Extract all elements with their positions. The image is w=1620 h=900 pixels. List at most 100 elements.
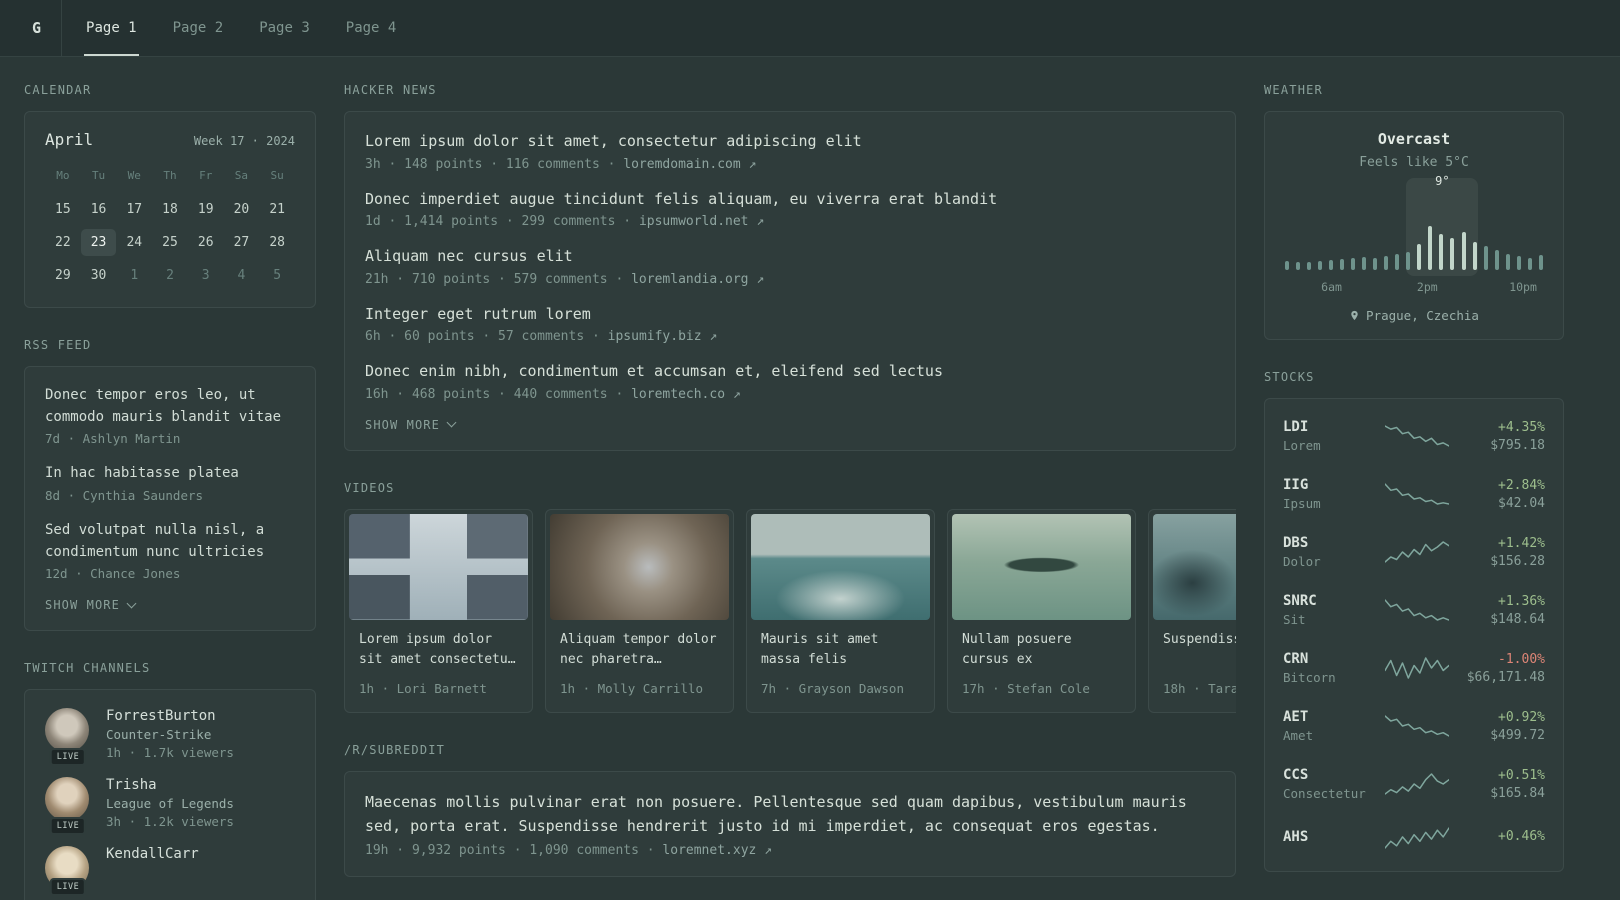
weather-card: Overcast Feels like 5°C 9° 6am 2pm 10pm … [1264,111,1564,340]
hn-show-more-button[interactable]: SHOW MORE [365,417,457,432]
twitch-section-title: TWITCH CHANNELS [24,661,151,676]
tab-page-3[interactable]: Page 3 [241,0,328,56]
videos-row: Lorem ipsum dolor sit amet consectetu… 1… [344,508,1236,713]
hn-item-link[interactable]: Donec imperdiet augue tincidunt felis al… [365,188,1215,211]
hn-item-link[interactable]: Aliquam nec cursus elit [365,245,1215,268]
hn-domain-link[interactable]: loremtech.co ↗ [631,387,741,402]
twitch-channel[interactable]: LIVE ForrestBurton Counter-Strike 1h · 1… [45,708,295,767]
stock-change: +2.84% [1498,477,1545,493]
video-card: Lorem ipsum dolor sit amet consectetu… 1… [344,508,533,713]
stock-name: Bitcorn [1283,670,1336,685]
rss-item-link[interactable]: Donec tempor eros leo, ut commodo mauris… [45,385,295,428]
external-link-icon: ↗ [748,156,757,172]
stock-price: $148.64 [1490,611,1545,627]
rss-card: Donec tempor eros leo, ut commodo mauris… [24,366,316,632]
stock-symbol-link[interactable]: IIG [1283,477,1373,493]
twitch-channel[interactable]: LIVE Trisha League of Legends 3h · 1.2k … [45,777,295,836]
video-title-link[interactable]: Mauris sit amet massa felis [761,630,920,671]
calendar-date: 15 [55,202,71,217]
calendar-card: April Week 17 · 2024 Mo Tu We Th Fr Sa S… [24,111,316,308]
stock-row[interactable]: SNRC Sit +1.36% $148.64 [1283,581,1545,639]
calendar-date: 16 [90,202,107,217]
hn-item-meta: 1d · 1,414 points · 299 comments · [365,214,639,229]
hn-item: Lorem ipsum dolor sit amet, consectetur … [365,130,1215,172]
stock-row[interactable]: CRN Bitcorn -1.00% $66,171.48 [1283,639,1545,697]
stock-row[interactable]: AHS +0.46% [1283,813,1545,863]
video-thumbnail[interactable] [1153,513,1236,620]
tab-page-1[interactable]: Page 1 [68,0,155,56]
stock-symbol-link[interactable]: SNRC [1283,593,1373,609]
video-title-link[interactable]: Suspendisse diam [1163,630,1236,671]
hn-domain-link[interactable]: ipsumify.biz ↗ [608,329,718,344]
subreddit-domain-link[interactable]: loremnet.xyz ↗ [662,843,772,858]
stock-symbol-link[interactable]: AHS [1283,829,1373,845]
video-meta: 1h · Molly Carrillo [560,680,703,696]
subreddit-post: Maecenas mollis pulvinar erat non posuer… [365,790,1215,859]
avatar-wrap: LIVE [45,777,91,836]
chevron-down-icon [126,598,137,609]
calendar-date-next-month: 5 [273,268,282,283]
tab-page-2[interactable]: Page 2 [155,0,242,56]
axis-label: 6am [1321,280,1342,294]
twitch-channel[interactable]: LIVE KendallCarr [45,846,295,897]
stock-row[interactable]: CCS Consectetur +0.51% $165.84 [1283,755,1545,813]
stock-price: $66,171.48 [1466,669,1545,685]
stock-row[interactable]: LDI Lorem +4.35% $795.18 [1283,407,1545,465]
stock-symbol-link[interactable]: CCS [1283,767,1373,783]
tab-page-4[interactable]: Page 4 [328,0,415,56]
video-thumbnail[interactable] [751,513,930,620]
channel-name-link[interactable]: Trisha [106,777,234,793]
hn-item-link[interactable]: Integer eget rutrum lorem [365,303,1215,326]
stock-symbol-link[interactable]: CRN [1283,651,1373,667]
video-thumbnail[interactable] [550,513,729,620]
hn-domain-link[interactable]: ipsumworld.net ↗ [639,214,764,229]
video-thumbnail[interactable] [952,513,1131,620]
video-title-link[interactable]: Nullam posuere cursus ex [962,630,1121,671]
subreddit-post-link[interactable]: Maecenas mollis pulvinar erat non posuer… [365,790,1215,840]
videos-widget: VIDEOS Lorem ipsum dolor sit amet consec… [344,481,1236,713]
live-badge: LIVE [49,817,87,836]
stock-symbol-link[interactable]: AET [1283,709,1373,725]
channel-game: Counter-Strike [106,727,212,743]
hn-item-link[interactable]: Lorem ipsum dolor sit amet, consectetur … [365,130,1215,153]
calendar-date: 20 [233,202,250,217]
calendar-date: 26 [197,235,214,250]
video-meta: 17h · Stefan Cole [962,680,1090,696]
stock-sparkline [1385,423,1449,449]
stock-name: Consectetur [1283,786,1366,801]
hn-item-meta: 16h · 468 points · 440 comments · [365,386,632,402]
show-more-label: SHOW MORE [45,598,120,613]
channel-game: League of Legends [106,796,234,812]
channel-name-link[interactable]: KendallCarr [106,846,199,862]
stock-symbol-link[interactable]: DBS [1283,535,1373,551]
calendar-date: 27 [233,235,250,250]
calendar-widget: CALENDAR April Week 17 · 2024 Mo Tu We T… [24,83,316,308]
hacker-news-section-title: HACKER NEWS [344,83,437,97]
rss-item-link[interactable]: In hac habitasse platea [45,463,295,485]
calendar-week-label: Week 17 · 2024 [193,134,295,148]
stock-name: Lorem [1283,438,1321,453]
video-card: Suspendisse diam 18h · Tara [1148,508,1236,713]
hn-domain-link[interactable]: loremlandia.org ↗ [631,272,764,287]
calendar-date-next-month: 3 [201,268,210,283]
rss-show-more-button[interactable]: SHOW MORE [45,598,137,613]
rss-section-title: RSS FEED [24,338,92,352]
live-badge: LIVE [49,748,87,767]
stock-row[interactable]: IIG Ipsum +2.84% $42.04 [1283,465,1545,523]
app-logo[interactable]: G [24,0,61,56]
hn-domain-link[interactable]: loremdomain.com ↗ [623,157,756,172]
stock-row[interactable]: DBS Dolor +1.42% $156.28 [1283,523,1545,581]
avatar-wrap: LIVE [45,846,91,897]
video-title-link[interactable]: Lorem ipsum dolor sit amet consectetu… [359,630,518,671]
hn-item-link[interactable]: Donec enim nibh, condimentum et accumsan… [365,360,1215,383]
video-thumbnail[interactable] [349,513,528,620]
stock-row[interactable]: AET Amet +0.92% $499.72 [1283,697,1545,755]
channel-name-link[interactable]: ForrestBurton [106,708,234,724]
chevron-down-icon [446,417,457,428]
stock-price: $156.28 [1490,553,1545,569]
stock-symbol-link[interactable]: LDI [1283,419,1373,435]
weather-hourly-chart: 9° [1285,174,1543,276]
subreddit-section-title: /R/SUBREDDIT [344,742,446,757]
video-title-link[interactable]: Aliquam tempor dolor nec pharetra… [560,630,719,671]
rss-item-link[interactable]: Sed volutpat nulla nisl, a condimentum n… [45,520,295,563]
